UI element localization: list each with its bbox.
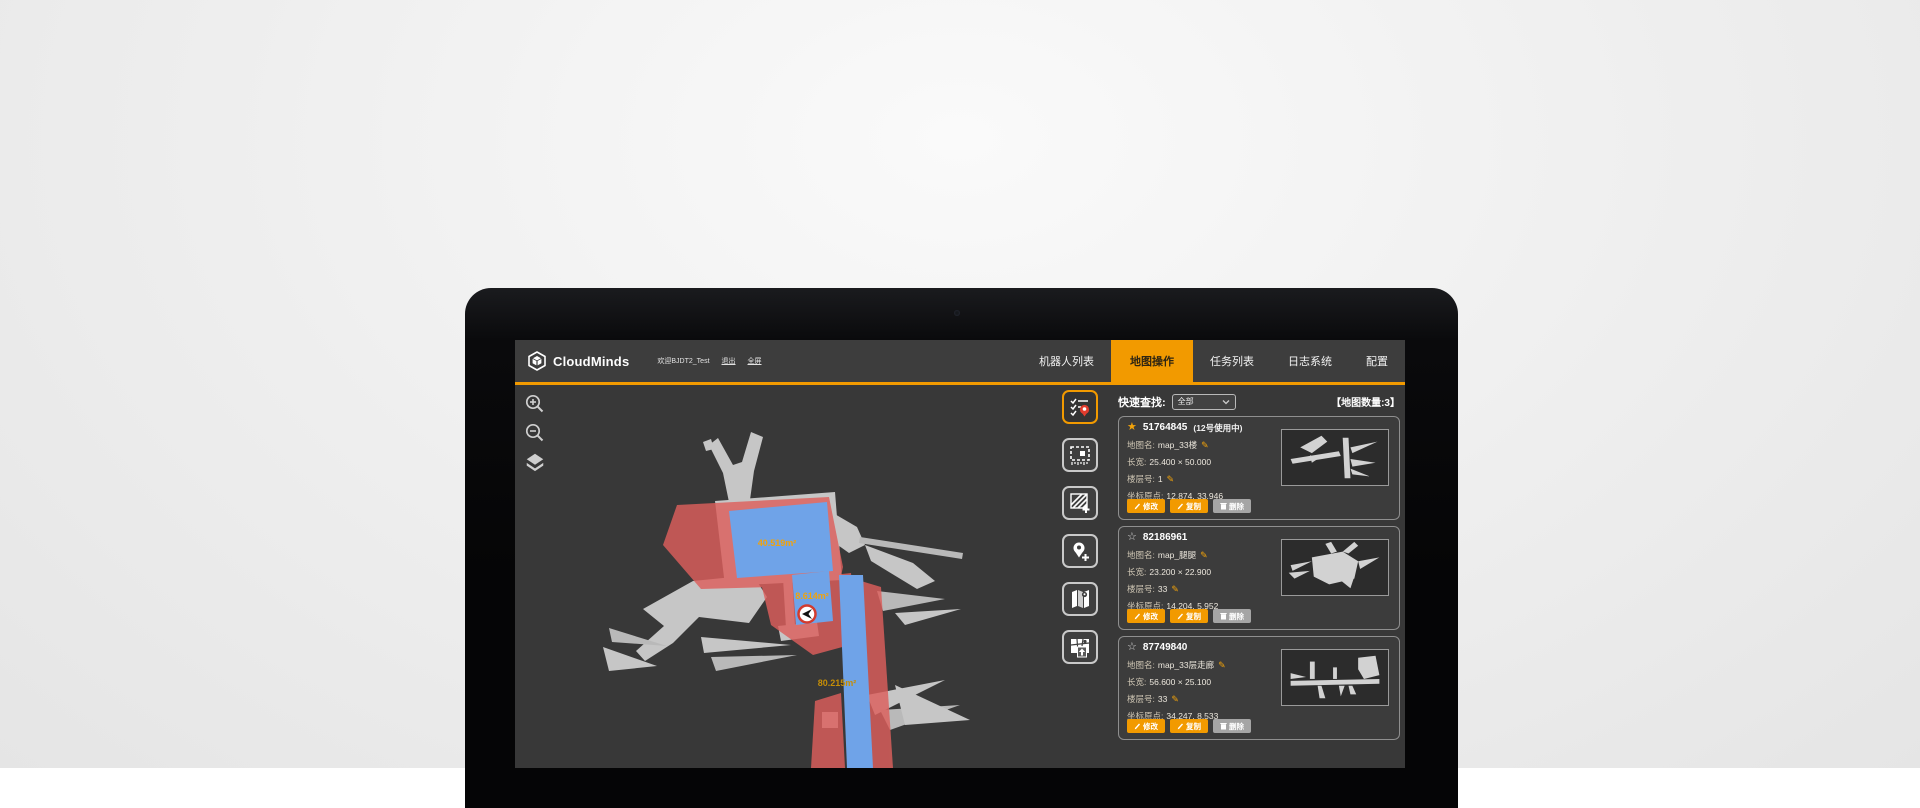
map-id: 87749840 <box>1143 642 1188 653</box>
area-label-corridor: 80.215m² <box>818 678 857 688</box>
desktop-background: CloudMinds 欢迎BJDT2_Test 退出 全屏 机器人列表 地图操作… <box>0 0 1920 768</box>
map-marker-icon[interactable] <box>1062 582 1098 616</box>
map-name-value: map_33楼 <box>1158 439 1197 451</box>
zoom-in-icon[interactable] <box>524 393 546 415</box>
add-virtual-wall-icon[interactable] <box>1062 486 1098 520</box>
chevron-down-icon <box>1222 399 1230 405</box>
map-upload-icon[interactable] <box>1062 630 1098 664</box>
nav-robot-list[interactable]: 机器人列表 <box>1022 340 1111 382</box>
edit-map-button[interactable]: 修改 <box>1127 609 1165 623</box>
map-canvas[interactable]: 40.519m² 8.614m² 80.215m² <box>515 385 985 768</box>
map-id: 82186961 <box>1143 532 1188 543</box>
map-card: ☆ 82186961 地图名:map_腿腿 ✎ 长宽:23.200 × 22.90… <box>1118 526 1400 630</box>
map-name-value: map_腿腿 <box>1158 549 1196 561</box>
map-size-label: 长宽: <box>1127 676 1146 688</box>
map-controls <box>524 393 546 473</box>
edit-floor-pencil-icon[interactable]: ✎ <box>1167 475 1175 484</box>
quick-search-row: 快速查找: 全部 【地图数量:3】 <box>1118 393 1400 410</box>
layers-icon[interactable] <box>524 451 546 473</box>
map-floor-value: 33 <box>1158 584 1167 594</box>
quick-search-label: 快速查找: <box>1118 394 1166 410</box>
area-label-large-room: 40.519m² <box>758 538 797 548</box>
map-size-value: 23.200 × 22.900 <box>1149 567 1211 577</box>
edit-name-pencil-icon[interactable]: ✎ <box>1218 661 1226 670</box>
edit-map-button[interactable]: 修改 <box>1127 719 1165 733</box>
map-size-value: 56.600 × 25.100 <box>1149 677 1211 687</box>
map-size-label: 长宽: <box>1127 566 1146 578</box>
map-task-list-icon[interactable] <box>1062 390 1098 424</box>
content-area: 40.519m² 8.614m² 80.215m² <box>515 385 1405 768</box>
area-label-small-room: 8.614m² <box>795 591 829 601</box>
map-name-label: 地图名: <box>1127 549 1155 561</box>
map-id: 51764845 <box>1143 422 1188 433</box>
map-floor-value: 33 <box>1158 694 1167 704</box>
copy-map-button[interactable]: 复制 <box>1170 609 1208 623</box>
map-usage-status: (12号使用中) <box>1193 422 1242 434</box>
welcome-text: 欢迎BJDT2_Test <box>657 356 709 366</box>
favorite-star-icon[interactable]: ★ <box>1127 422 1137 433</box>
add-point-icon[interactable] <box>1062 534 1098 568</box>
nav-config[interactable]: 配置 <box>1349 340 1405 382</box>
map-name-label: 地图名: <box>1127 439 1155 451</box>
map-count-badge: 【地图数量:3】 <box>1331 394 1400 409</box>
robot-marker-icon <box>799 606 816 623</box>
zoom-out-icon[interactable] <box>524 422 546 444</box>
map-floor-label: 楼层号: <box>1127 693 1155 705</box>
map-thumbnail[interactable] <box>1281 429 1389 486</box>
fullscreen-link[interactable]: 全屏 <box>748 356 762 366</box>
webcam-dot <box>954 310 960 316</box>
edit-floor-pencil-icon[interactable]: ✎ <box>1171 585 1179 594</box>
delete-map-button[interactable]: 删除 <box>1213 719 1251 733</box>
map-floor-label: 楼层号: <box>1127 583 1155 595</box>
map-card: ☆ 87749840 地图名:map_33层走廊 ✎ 长宽:56.600 × 25… <box>1118 636 1400 740</box>
cloudminds-logo-icon <box>527 351 547 371</box>
brand-name: CloudMinds <box>553 354 629 369</box>
map-thumbnail[interactable] <box>1281 539 1389 596</box>
nav-map-operation[interactable]: 地图操作 <box>1111 340 1193 382</box>
app-screen: CloudMinds 欢迎BJDT2_Test 退出 全屏 机器人列表 地图操作… <box>515 340 1405 768</box>
map-card-details: 地图名:map_33层走廊 ✎ 长宽:56.600 × 25.100 楼层号:33… <box>1127 659 1287 722</box>
map-thumbnail[interactable] <box>1281 649 1389 706</box>
map-size-value: 25.400 × 50.000 <box>1149 457 1211 467</box>
favorite-star-icon[interactable]: ☆ <box>1127 532 1137 543</box>
map-card-actions: 修改 复制 删除 <box>1127 499 1251 513</box>
brand: CloudMinds <box>527 351 629 371</box>
map-card-details: 地图名:map_33楼✎ 长宽:25.400 × 50.000 楼层号:1✎ 坐… <box>1127 439 1287 502</box>
map-card-details: 地图名:map_腿腿✎ 长宽:23.200 × 22.900 楼层号:33✎ 坐… <box>1127 549 1287 612</box>
edit-name-pencil-icon[interactable]: ✎ <box>1201 441 1209 450</box>
map-select-area-icon[interactable] <box>1062 438 1098 472</box>
edit-name-pencil-icon[interactable]: ✎ <box>1200 551 1208 560</box>
map-size-label: 长宽: <box>1127 456 1146 468</box>
nav-task-list[interactable]: 任务列表 <box>1193 340 1271 382</box>
map-floor-label: 楼层号: <box>1127 473 1155 485</box>
copy-map-button[interactable]: 复制 <box>1170 499 1208 513</box>
map-name-value: map_33层走廊 <box>1158 659 1214 671</box>
logout-link[interactable]: 退出 <box>722 356 736 366</box>
map-name-label: 地图名: <box>1127 659 1155 671</box>
map-card-actions: 修改 复制 删除 <box>1127 609 1251 623</box>
delete-map-button[interactable]: 删除 <box>1213 609 1251 623</box>
edit-map-button[interactable]: 修改 <box>1127 499 1165 513</box>
map-list-panel: 快速查找: 全部 【地图数量:3】 ★ 517648 <box>1118 393 1400 740</box>
map-card-actions: 修改 复制 删除 <box>1127 719 1251 733</box>
delete-map-button[interactable]: 删除 <box>1213 499 1251 513</box>
map-floor-value: 1 <box>1158 474 1163 484</box>
map-card: ★ 51764845 (12号使用中) 地图名:map_33楼 ✎ 长宽:25.4… <box>1118 416 1400 520</box>
edit-floor-pencil-icon[interactable]: ✎ <box>1171 695 1179 704</box>
map-filter-dropdown[interactable]: 全部 <box>1172 394 1236 410</box>
laptop-bezel: CloudMinds 欢迎BJDT2_Test 退出 全屏 机器人列表 地图操作… <box>465 288 1458 808</box>
map-toolbar <box>1062 390 1098 664</box>
top-navigation-bar: CloudMinds 欢迎BJDT2_Test 退出 全屏 机器人列表 地图操作… <box>515 340 1405 382</box>
favorite-star-icon[interactable]: ☆ <box>1127 642 1137 653</box>
copy-map-button[interactable]: 复制 <box>1170 719 1208 733</box>
nav-log-system[interactable]: 日志系统 <box>1271 340 1349 382</box>
main-nav: 机器人列表 地图操作 任务列表 日志系统 配置 <box>1022 340 1405 382</box>
map-filter-value: 全部 <box>1178 396 1222 407</box>
